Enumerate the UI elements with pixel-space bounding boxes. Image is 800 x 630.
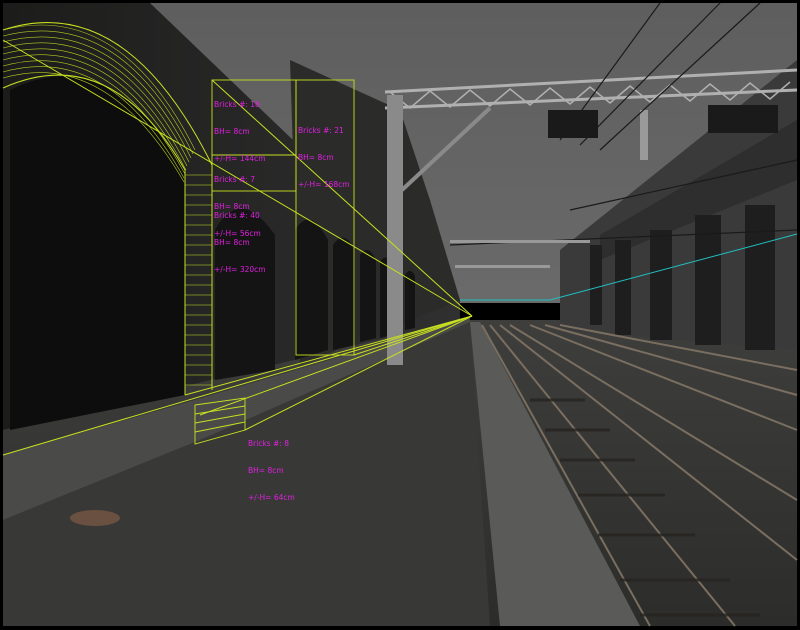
photo-frame: Bricks #: 18 BH= 8cm +/-H= 144cm Bricks … xyxy=(0,0,800,630)
railway-station-photo xyxy=(0,0,800,630)
debris xyxy=(70,510,120,526)
gantry-pole xyxy=(387,95,403,365)
